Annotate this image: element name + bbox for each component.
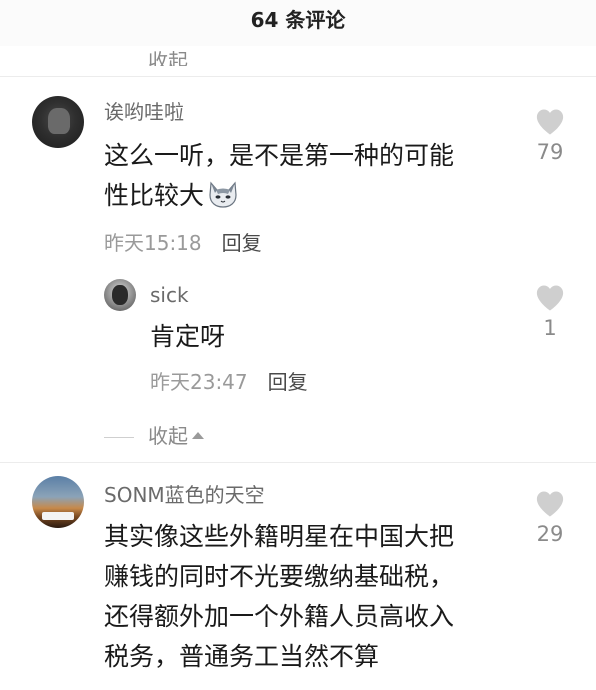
heart-icon — [536, 109, 564, 135]
reply-time: 昨天23:47 — [150, 370, 248, 394]
reply-button[interactable]: 回复 — [222, 231, 262, 255]
comment-text-line: 这么一听，是不是第一种的可能 — [104, 141, 455, 170]
divider — [0, 462, 596, 463]
collapse-divider-line — [104, 437, 134, 438]
like-count: 29 — [536, 522, 564, 546]
divider — [0, 76, 596, 77]
cat-emoji-icon — [206, 179, 240, 209]
like-button[interactable]: 29 — [528, 490, 572, 548]
reply-text-line: 肯定呀 — [150, 322, 226, 351]
comment-text-line: 赚钱的同时不光要缴纳基础税， — [104, 562, 455, 591]
comment-text-line: 还得额外加一个外籍人员高收入 — [104, 602, 455, 631]
comments-count-title: 64 条评论 — [250, 8, 346, 32]
comment-text-line: 性比较大 — [104, 181, 205, 210]
comment-text-line: 税务，普通务工当然不算 — [104, 642, 380, 671]
collapse-label: 收起 — [148, 424, 188, 448]
comment-username[interactable]: SONM蓝色的天空 — [104, 482, 265, 508]
avatar[interactable] — [32, 476, 84, 528]
avatar[interactable] — [32, 96, 84, 148]
reply-avatar[interactable] — [104, 279, 136, 311]
reply-like-button[interactable]: 1 — [528, 284, 572, 342]
like-button[interactable]: 79 — [528, 108, 572, 166]
arrow-up-icon — [192, 432, 204, 439]
collapse-replies-button[interactable]: 收起 — [104, 422, 204, 450]
reply-button[interactable]: 回复 — [268, 370, 308, 394]
heart-icon — [536, 285, 564, 311]
reply-username[interactable]: sick — [150, 282, 189, 308]
previous-collapse-label: 收起 — [148, 49, 188, 66]
heart-icon — [536, 491, 564, 517]
reply-meta: 昨天23:47 回复 — [150, 368, 308, 396]
comment-time: 昨天15:18 — [104, 231, 202, 255]
comments-header: 64 条评论 — [0, 0, 596, 46]
like-count: 79 — [536, 140, 564, 164]
comment-username[interactable]: 诶哟哇啦 — [104, 99, 184, 125]
comment-text-line: 其实像这些外籍明星在中国大把 — [104, 522, 455, 551]
comment-text-line-with-emoji: 性比较大 — [104, 176, 240, 216]
comment-meta: 昨天15:18 回复 — [104, 229, 262, 257]
like-count: 1 — [543, 316, 557, 340]
